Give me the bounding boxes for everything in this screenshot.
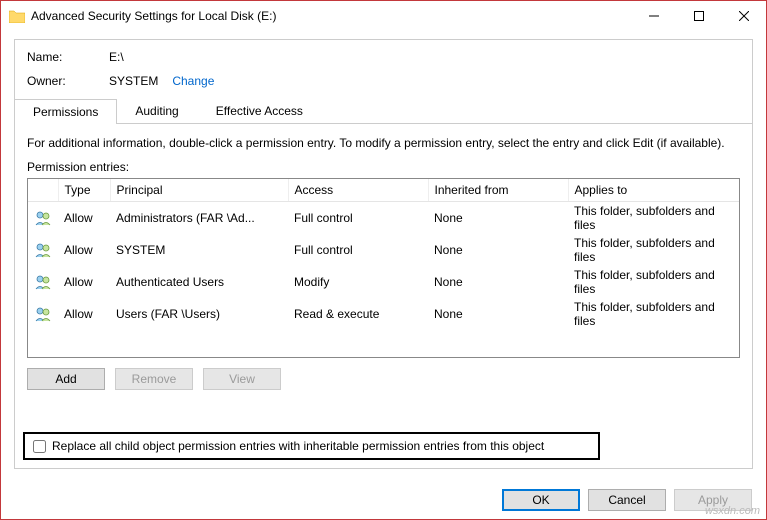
cell-applies: This folder, subfolders and files: [568, 234, 739, 266]
titlebar: Advanced Security Settings for Local Dis…: [1, 1, 766, 31]
tab-effective-access[interactable]: Effective Access: [197, 98, 322, 123]
cell-inherited: None: [428, 202, 568, 235]
table-row[interactable]: AllowSYSTEMFull controlNoneThis folder, …: [28, 234, 739, 266]
table-row[interactable]: AllowAuthenticated UsersModifyNoneThis f…: [28, 266, 739, 298]
tab-auditing[interactable]: Auditing: [116, 98, 197, 123]
column-applies[interactable]: Applies to: [568, 179, 739, 202]
cell-access: Modify: [288, 266, 428, 298]
add-button[interactable]: Add: [27, 368, 105, 390]
change-owner-link[interactable]: Change: [172, 74, 214, 88]
group-icon: [34, 242, 52, 258]
maximize-button[interactable]: [676, 2, 721, 30]
group-icon: [34, 210, 52, 226]
tab-permissions[interactable]: Permissions: [14, 99, 117, 124]
main-panel: Name: E:\ Owner: SYSTEM Change Permissio…: [14, 39, 753, 469]
permissions-table[interactable]: Type Principal Access Inherited from App…: [27, 178, 740, 358]
group-icon: [34, 274, 52, 290]
window-controls: [631, 2, 766, 30]
cell-inherited: None: [428, 234, 568, 266]
cell-type: Allow: [58, 234, 110, 266]
column-type[interactable]: Type: [58, 179, 110, 202]
entries-label: Permission entries:: [27, 160, 740, 174]
cell-principal: Users (FAR \Users): [110, 298, 288, 330]
name-value: E:\: [109, 50, 124, 64]
cell-access: Read & execute: [288, 298, 428, 330]
table-row[interactable]: AllowAdministrators (FAR \Ad...Full cont…: [28, 202, 739, 235]
cell-principal: Administrators (FAR \Ad...: [110, 202, 288, 235]
cancel-button[interactable]: Cancel: [588, 489, 666, 511]
cell-inherited: None: [428, 298, 568, 330]
table-row[interactable]: AllowUsers (FAR \Users)Read & executeNon…: [28, 298, 739, 330]
replace-permissions-label: Replace all child object permission entr…: [52, 439, 544, 453]
owner-label: Owner:: [27, 74, 109, 88]
replace-permissions-checkbox[interactable]: [33, 440, 46, 453]
column-inherited[interactable]: Inherited from: [428, 179, 568, 202]
close-button[interactable]: [721, 2, 766, 30]
minimize-button[interactable]: [631, 2, 676, 30]
cell-access: Full control: [288, 202, 428, 235]
column-principal[interactable]: Principal: [110, 179, 288, 202]
cell-principal: SYSTEM: [110, 234, 288, 266]
watermark: wsxdn.com: [705, 505, 760, 517]
cell-applies: This folder, subfolders and files: [568, 298, 739, 330]
cell-principal: Authenticated Users: [110, 266, 288, 298]
cell-access: Full control: [288, 234, 428, 266]
column-icon[interactable]: [28, 179, 58, 202]
cell-type: Allow: [58, 266, 110, 298]
cell-applies: This folder, subfolders and files: [568, 202, 739, 235]
column-access[interactable]: Access: [288, 179, 428, 202]
name-label: Name:: [27, 50, 109, 64]
replace-permissions-checkbox-row: Replace all child object permission entr…: [23, 432, 600, 460]
instructions-text: For additional information, double-click…: [27, 136, 740, 150]
group-icon: [34, 306, 52, 322]
tabs: Permissions Auditing Effective Access: [15, 98, 752, 124]
cell-type: Allow: [58, 202, 110, 235]
remove-button[interactable]: Remove: [115, 368, 193, 390]
folder-icon: [9, 9, 25, 23]
cell-applies: This folder, subfolders and files: [568, 266, 739, 298]
owner-value: SYSTEM: [109, 74, 158, 88]
cell-type: Allow: [58, 298, 110, 330]
view-button[interactable]: View: [203, 368, 281, 390]
window-title: Advanced Security Settings for Local Dis…: [31, 9, 631, 23]
cell-inherited: None: [428, 266, 568, 298]
ok-button[interactable]: OK: [502, 489, 580, 511]
